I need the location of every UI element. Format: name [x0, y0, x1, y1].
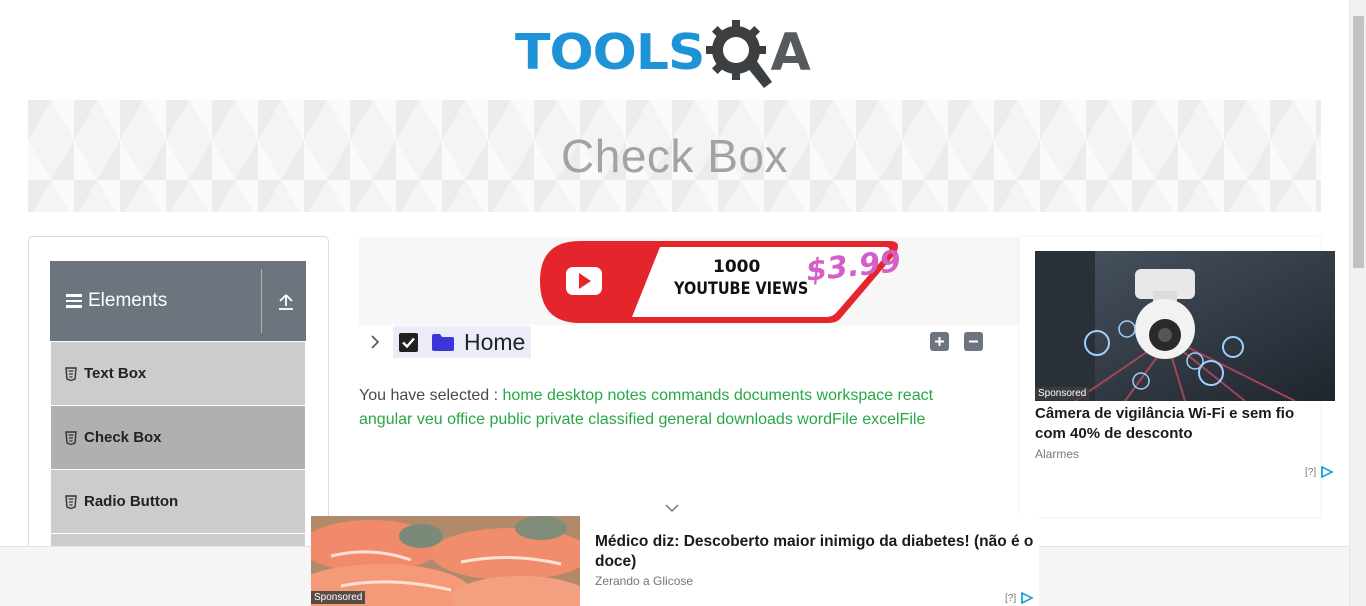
elements-menu-list: Text Box Check Box Radio Button — [50, 341, 306, 555]
sidebar: Elements Text Box Check Box Radio Button — [28, 236, 329, 556]
adchoices-icon — [1321, 466, 1334, 478]
sidebar-item-label: Text Box — [84, 365, 147, 382]
page-scrollbar[interactable] — [1349, 0, 1366, 606]
hamburger-icon — [66, 294, 82, 308]
result-prefix: You have selected : — [359, 387, 499, 404]
ad-choices[interactable]: [?] — [1305, 466, 1334, 478]
ad-headline[interactable]: Câmera de vigilância Wi-Fi e sem fio com… — [1035, 404, 1325, 444]
selected-item: downloads — [716, 411, 793, 428]
html5-icon — [65, 430, 77, 445]
selected-item: general — [658, 411, 712, 428]
ad-choices[interactable]: [?] — [1005, 592, 1034, 604]
top-banner-ad[interactable]: 1000 YOUTUBE VIEWS $3.99 — [359, 237, 1019, 325]
html5-icon — [65, 494, 77, 509]
ad-line-youtube-views: YOUTUBE VIEWS — [674, 279, 809, 299]
checkmark-icon — [402, 337, 415, 348]
tree-node-home: Home — [362, 326, 532, 358]
logo-text-a: A — [770, 23, 811, 83]
selected-item: notes — [607, 387, 647, 404]
ad-source: Zerando a Glicose — [595, 574, 694, 588]
collapse-upload-icon[interactable] — [277, 293, 295, 311]
home-checkbox[interactable] — [399, 332, 418, 352]
chevron-down-icon[interactable] — [664, 501, 680, 515]
selected-item: classified — [588, 411, 655, 428]
selected-item: workspace — [816, 387, 894, 404]
minus-icon — [969, 340, 978, 343]
expand-toggle[interactable] — [362, 326, 388, 358]
selected-item: office — [447, 411, 486, 428]
selected-item: desktop — [547, 387, 604, 404]
html5-icon — [65, 366, 77, 381]
tree-node-label-box[interactable]: Home — [393, 326, 532, 358]
page-title: Check Box — [561, 130, 788, 182]
selected-item: home — [502, 387, 543, 404]
header-divider — [261, 269, 262, 333]
expand-all-button[interactable] — [930, 332, 949, 351]
logo-gear-icon — [706, 20, 773, 88]
chevron-right-icon — [371, 335, 380, 349]
sponsored-label: Sponsored — [311, 591, 366, 604]
selected-item: commands — [651, 387, 730, 404]
sidebar-item-label: Radio Button — [84, 493, 179, 510]
elements-group-header[interactable]: Elements — [50, 261, 306, 341]
selected-item: private — [535, 411, 584, 428]
sidebar-item-check-box[interactable]: Check Box — [50, 405, 306, 469]
sponsored-label: Sponsored — [1035, 387, 1090, 400]
folder-icon — [432, 333, 454, 351]
ad-headline[interactable]: Médico diz: Descoberto maior inimigo da … — [595, 532, 1037, 572]
group-title: Elements — [88, 290, 168, 311]
logo-text-tools: TOOLS — [515, 24, 705, 82]
right-sponsored-ad[interactable]: Sponsored Câmera de vigilância Wi-Fi e s… — [1020, 237, 1335, 517]
selected-item: documents — [733, 387, 813, 404]
sidebar-item-label: Check Box — [84, 429, 162, 446]
collapse-all-button[interactable] — [964, 332, 983, 351]
ad-info-link[interactable]: [?] — [1005, 593, 1016, 604]
ad-info-link[interactable]: [?] — [1305, 467, 1316, 478]
selected-item: angular — [359, 411, 413, 428]
selected-item: wordFile — [797, 411, 858, 428]
ad-line-1000: 1000 — [713, 257, 761, 277]
sidebar-item-radio-button[interactable]: Radio Button — [50, 469, 306, 533]
selected-item: public — [489, 411, 532, 428]
security-camera-ad-image — [1035, 251, 1335, 401]
plus-icon — [935, 337, 944, 346]
tree-node-title: Home — [464, 328, 526, 355]
sidebar-item-text-box[interactable]: Text Box — [50, 341, 306, 405]
selected-item: react — [897, 387, 934, 404]
scrollbar-thumb[interactable] — [1353, 16, 1364, 268]
selected-item: veu — [416, 411, 443, 428]
adchoices-icon — [1021, 592, 1034, 604]
ad-source: Alarmes — [1035, 447, 1080, 461]
toolsqa-logo[interactable]: TOOLS A — [515, 16, 840, 90]
bottom-sponsored-ad[interactable]: Sponsored Médico diz: Descoberto maior i… — [311, 516, 1039, 606]
selection-result: You have selected : home desktop notes c… — [359, 384, 959, 432]
selected-item: excelFile — [862, 411, 926, 428]
page-banner: Check Box — [28, 100, 1321, 212]
